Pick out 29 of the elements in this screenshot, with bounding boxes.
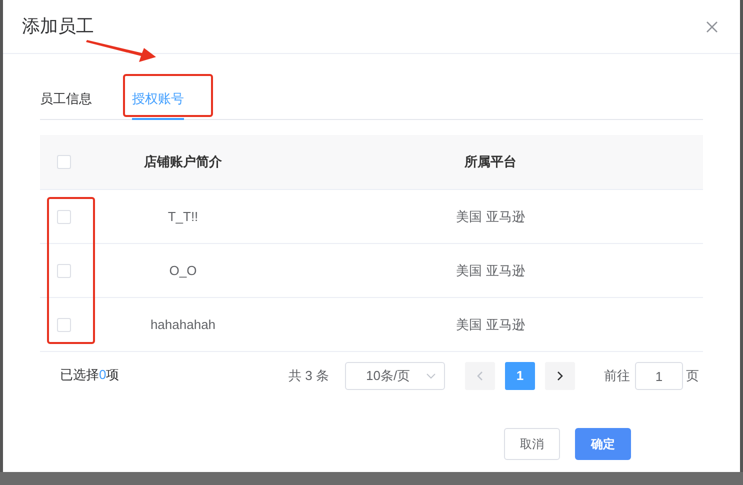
table-cell-text: 美国 亚马逊 [456, 208, 525, 226]
chevron-right-icon [557, 371, 563, 381]
table-cell-text: T_T!! [168, 208, 198, 226]
goto-label: 前往 [604, 367, 630, 386]
previous-page-button[interactable] [465, 362, 495, 390]
next-page-button[interactable] [545, 362, 575, 390]
page-size-select[interactable]: 10条/页 [345, 362, 445, 390]
checkbox[interactable] [57, 155, 71, 169]
close-icon[interactable] [706, 20, 718, 32]
total-count: 共 3 条 [288, 367, 329, 386]
confirm-button[interactable]: 确定 [575, 428, 631, 460]
checkbox[interactable] [57, 318, 71, 332]
chevron-down-icon [426, 373, 436, 379]
selection-count: 已选择0项 [60, 366, 120, 384]
column-header: 店铺账户简介 [144, 153, 222, 172]
annotation-arrow [85, 40, 157, 64]
table-cell-text: hahahahah [150, 316, 216, 334]
table-cell-text: 美国 亚马逊 [456, 316, 525, 334]
checkbox[interactable] [57, 210, 71, 224]
table-cell-text: 美国 亚马逊 [456, 262, 525, 280]
column-header: 所属平台 [464, 153, 516, 172]
dialog-title: 添加员工 [22, 15, 94, 38]
page-input[interactable]: 1 [635, 362, 683, 390]
cancel-button[interactable]: 取消 [504, 428, 560, 460]
checkbox[interactable] [57, 264, 71, 278]
page-suffix: 页 [686, 367, 699, 386]
tab[interactable]: 员工信息 [40, 80, 92, 120]
table-cell-text: O_O [169, 262, 197, 280]
chevron-left-icon [477, 371, 483, 381]
